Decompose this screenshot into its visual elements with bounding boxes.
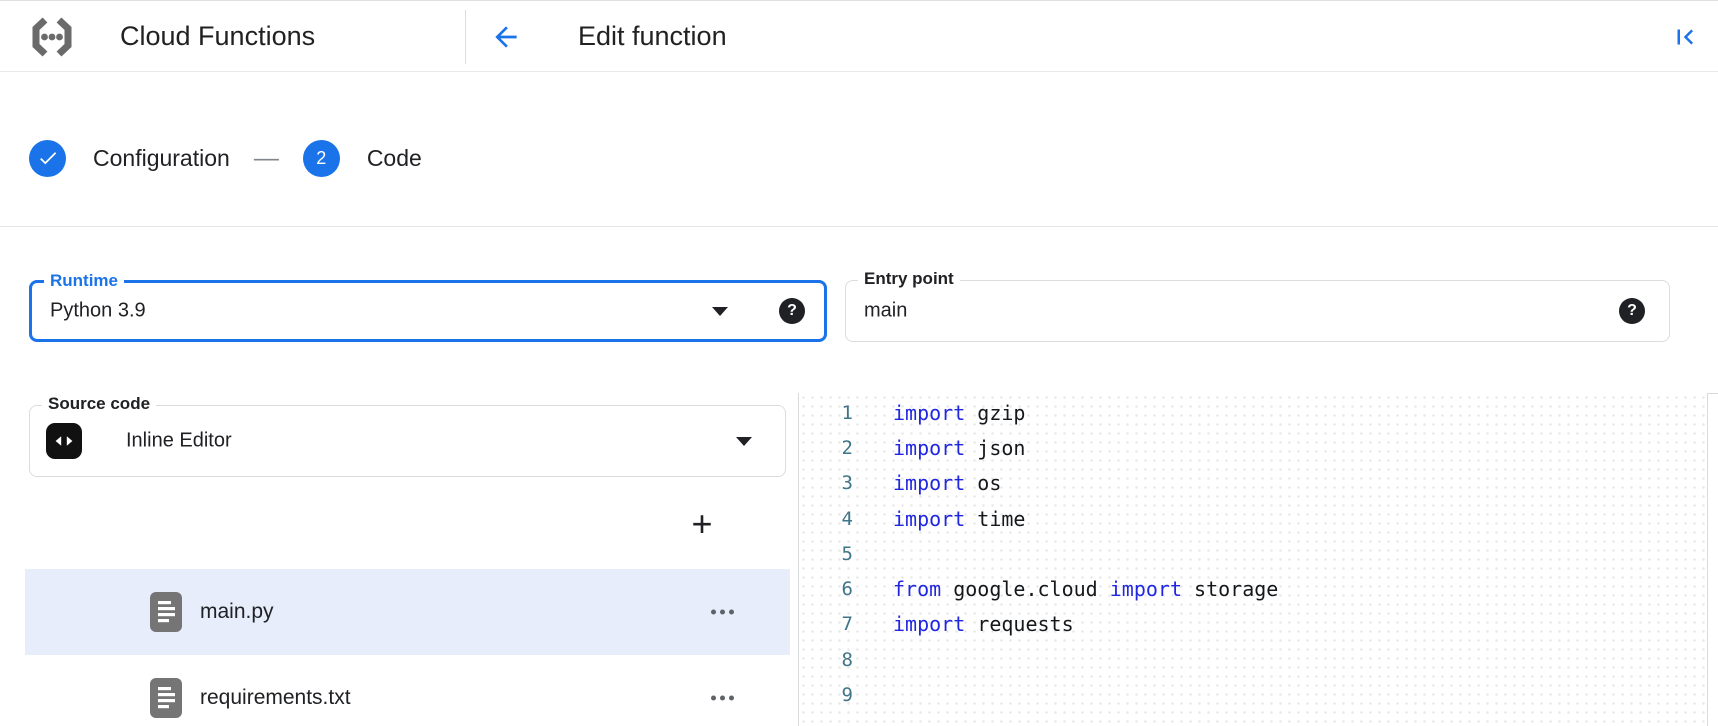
code-line: 1 import gzip: [799, 395, 1707, 430]
line-number: 7: [799, 613, 853, 635]
code-text: import gzip: [893, 401, 1025, 425]
code-token-plain: gzip: [965, 401, 1025, 425]
step-code-indicator[interactable]: 2: [303, 140, 340, 177]
line-number: 6: [799, 578, 853, 600]
code-token-keyword: from: [893, 577, 941, 601]
code-text: import time: [893, 507, 1025, 531]
runtime-select[interactable]: Runtime Python 3.9 ?: [29, 280, 827, 342]
page-title: Edit function: [578, 1, 727, 72]
code-line: 4 import time: [799, 501, 1707, 536]
entry-point-value: main: [864, 300, 907, 323]
code-line: 5: [799, 536, 1707, 571]
file-list: main.py requirements.txt: [25, 569, 790, 726]
line-number: 8: [799, 649, 853, 671]
source-code-label: Source code: [42, 394, 156, 414]
code-text: from google.cloud import storage: [893, 577, 1278, 601]
collapse-panel-icon: [1670, 22, 1700, 52]
runtime-value: Python 3.9: [50, 300, 146, 323]
header-divider: [465, 10, 466, 64]
step-configuration-label[interactable]: Configuration: [93, 145, 230, 172]
editor-lines: 1 import gzip 2 import json 3 import os …: [799, 393, 1707, 713]
line-number: 2: [799, 437, 853, 459]
code-token-keyword: import: [893, 612, 965, 636]
file-document-icon: [150, 678, 182, 718]
add-file-button[interactable]: +: [682, 504, 722, 544]
step-code-label[interactable]: Code: [367, 145, 422, 172]
code-token-plain: json: [965, 436, 1025, 460]
check-icon: [37, 147, 59, 169]
file-row[interactable]: main.py: [25, 569, 790, 655]
code-token-keyword: import: [1110, 577, 1182, 601]
product-title: Cloud Functions: [120, 1, 315, 72]
line-number: 1: [799, 402, 853, 424]
dropdown-caret-icon[interactable]: [736, 437, 752, 446]
code-token-plain: requests: [965, 612, 1073, 636]
line-number: 4: [799, 508, 853, 530]
editor-scrollbar-top-edge: [1707, 393, 1718, 394]
line-number: 9: [799, 684, 853, 706]
code-line: 2 import json: [799, 430, 1707, 465]
collapse-panel-button[interactable]: [1670, 22, 1700, 52]
source-code-value: Inline Editor: [126, 430, 232, 453]
code-text: import os: [893, 471, 1001, 495]
entry-point-label: Entry point: [858, 269, 960, 289]
step-configuration-indicator[interactable]: [29, 140, 66, 177]
back-arrow-icon: [490, 21, 522, 53]
inline-editor-code-icon: [46, 423, 82, 459]
file-row[interactable]: requirements.txt: [25, 655, 790, 726]
code-token-plain: os: [965, 471, 1001, 495]
header: Cloud Functions Edit function: [0, 0, 1718, 72]
file-name: main.py: [200, 600, 274, 624]
file-document-icon: [150, 592, 182, 632]
code-line: 8: [799, 642, 1707, 677]
code-editor[interactable]: 1 import gzip 2 import json 3 import os …: [799, 393, 1707, 726]
code-token-plain: storage: [1182, 577, 1278, 601]
file-more-menu-icon[interactable]: [705, 690, 740, 707]
code-token-keyword: import: [893, 401, 965, 425]
editor-scrollbar-divider: [1707, 393, 1708, 726]
code-token-keyword: import: [893, 471, 965, 495]
code-line: 3 import os: [799, 466, 1707, 501]
code-line: 7 import requests: [799, 607, 1707, 642]
code-token-keyword: import: [893, 507, 965, 531]
code-line: 6 from google.cloud import storage: [799, 571, 1707, 606]
dropdown-caret-icon[interactable]: [712, 307, 728, 316]
file-more-menu-icon[interactable]: [705, 604, 740, 621]
section-divider: [0, 226, 1718, 227]
cloud-functions-logo-icon: [28, 13, 76, 61]
line-number: 3: [799, 472, 853, 494]
entry-point-help-icon[interactable]: ?: [1619, 298, 1645, 324]
back-button[interactable]: [490, 21, 522, 53]
entry-point-field[interactable]: Entry point main ?: [845, 280, 1670, 342]
code-text: import requests: [893, 612, 1074, 636]
code-text: import json: [893, 436, 1025, 460]
code-line: 9: [799, 677, 1707, 712]
runtime-help-icon[interactable]: ?: [779, 298, 805, 324]
edit-function-page: Cloud Functions Edit function Configurat…: [0, 0, 1718, 726]
code-token-plain: time: [965, 507, 1025, 531]
code-token-plain: google.cloud: [941, 577, 1110, 601]
source-code-select[interactable]: Source code Inline Editor: [29, 405, 786, 477]
line-number: 5: [799, 543, 853, 565]
runtime-label: Runtime: [44, 271, 124, 291]
code-token-keyword: import: [893, 436, 965, 460]
step-separator: —: [254, 144, 279, 173]
stepper: Configuration — 2 Code: [29, 139, 422, 177]
file-name: requirements.txt: [200, 686, 351, 710]
